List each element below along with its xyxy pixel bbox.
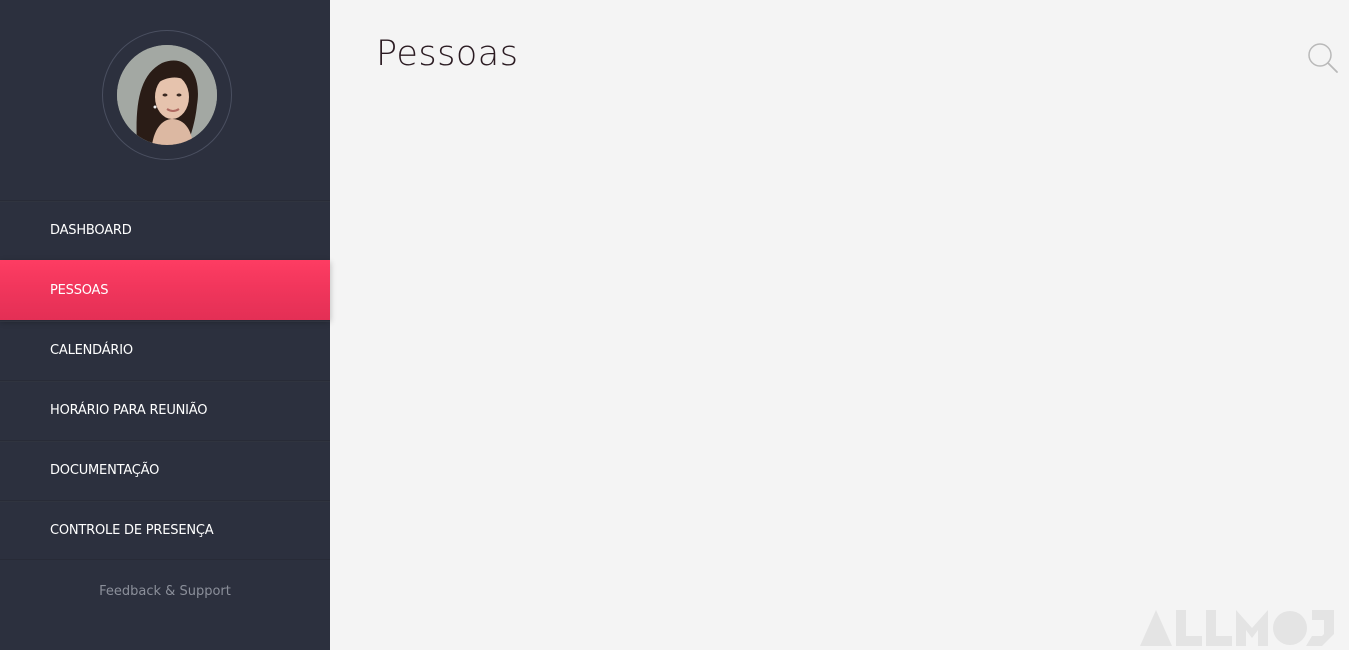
page-title: Pessoas — [376, 34, 519, 74]
sidebar: DASHBOARD PESSOAS CALENDÁRIO HORÁRIO PAR… — [0, 0, 330, 650]
sidebar-item-label: DASHBOARD — [50, 223, 132, 238]
sidebar-item-label: PESSOAS — [50, 283, 109, 298]
sidebar-item-label: DOCUMENTAÇÃO — [50, 463, 160, 478]
sidebar-item-documentacao[interactable]: DOCUMENTAÇÃO — [0, 440, 330, 500]
sidebar-item-controle-de-presenca[interactable]: CONTROLE DE PRESENÇA — [0, 500, 330, 560]
sidebar-item-dashboard[interactable]: DASHBOARD — [0, 200, 330, 260]
allmoj-logo-icon — [1140, 608, 1335, 646]
sidebar-nav: DASHBOARD PESSOAS CALENDÁRIO HORÁRIO PAR… — [0, 200, 330, 560]
sidebar-item-label: HORÁRIO PARA REUNIÃO — [50, 403, 208, 418]
feedback-support-link[interactable]: Feedback & Support — [0, 584, 330, 599]
sidebar-item-label: CALENDÁRIO — [50, 343, 133, 358]
sidebar-item-label: CONTROLE DE PRESENÇA — [50, 522, 214, 538]
avatar-image — [117, 45, 217, 145]
avatar[interactable] — [117, 45, 217, 145]
sidebar-item-calendario[interactable]: CALENDÁRIO — [0, 320, 330, 380]
search-icon[interactable] — [1305, 40, 1339, 74]
sidebar-item-pessoas[interactable]: PESSOAS — [0, 260, 330, 320]
sidebar-item-horario-para-reuniao[interactable]: HORÁRIO PARA REUNIÃO — [0, 380, 330, 440]
avatar-ring — [102, 30, 232, 160]
